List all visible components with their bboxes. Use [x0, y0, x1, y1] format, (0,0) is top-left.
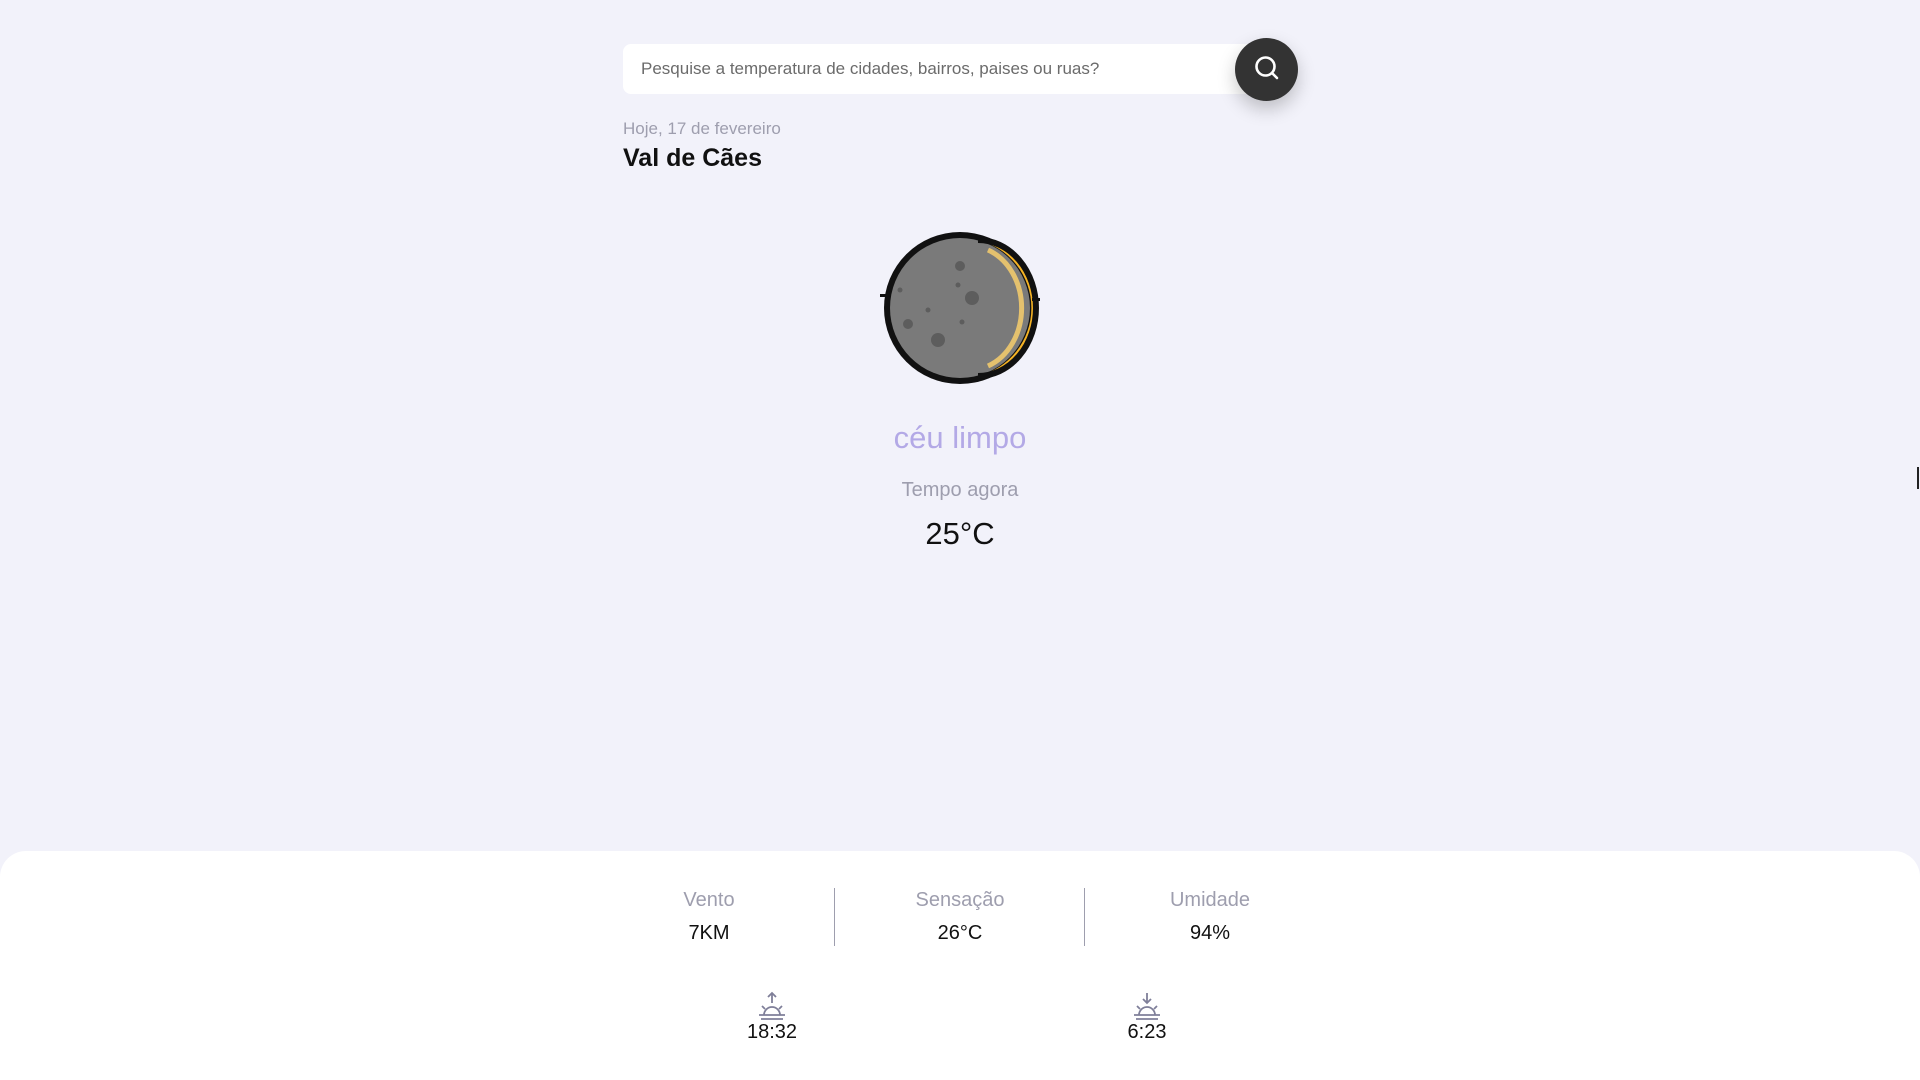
search-icon: [1253, 54, 1281, 85]
humidity-label: Umidade: [1169, 889, 1251, 911]
weather-page: Hoje, 17 de fevereiro Val de Cães céu li…: [0, 0, 1920, 1080]
current-date: Hoje, 17 de fevereiro: [623, 119, 781, 138]
sunset-time: 18:32: [746, 1021, 798, 1043]
sunset-icon: [722, 991, 822, 1021]
wind-label: Vento: [683, 889, 735, 911]
weather-subtitle: Tempo agora: [901, 479, 1019, 501]
sunrise-info: 6:23: [1097, 991, 1197, 1044]
wind-stat: Vento 7KM: [609, 889, 809, 945]
search-input[interactable]: [623, 44, 1263, 94]
wind-value: 7KM: [688, 922, 730, 944]
current-temperature: 25°C: [925, 516, 995, 551]
divider: [1084, 888, 1085, 946]
sunrise-time: 6:23: [1127, 1021, 1167, 1043]
sunset-info: 18:32: [722, 991, 822, 1044]
search-button[interactable]: [1235, 38, 1298, 101]
feels-like-stat: Sensação 26°C: [860, 889, 1060, 945]
city-name: Val de Cães: [623, 144, 762, 172]
humidity-value: 94%: [1189, 922, 1231, 944]
details-panel: Vento 7KM Sensação 26°C Umidade 94% 18:3…: [0, 851, 1920, 1080]
feels-like-label: Sensação: [915, 889, 1005, 911]
divider: [834, 888, 835, 946]
sunrise-icon: [1097, 991, 1197, 1021]
weather-description: céu limpo: [893, 420, 1027, 455]
text-cursor: [1917, 467, 1919, 489]
moon-crescent-icon: [880, 228, 1040, 388]
search-bar: [623, 38, 1298, 101]
feels-like-value: 26°C: [937, 922, 983, 944]
humidity-stat: Umidade 94%: [1110, 889, 1310, 945]
